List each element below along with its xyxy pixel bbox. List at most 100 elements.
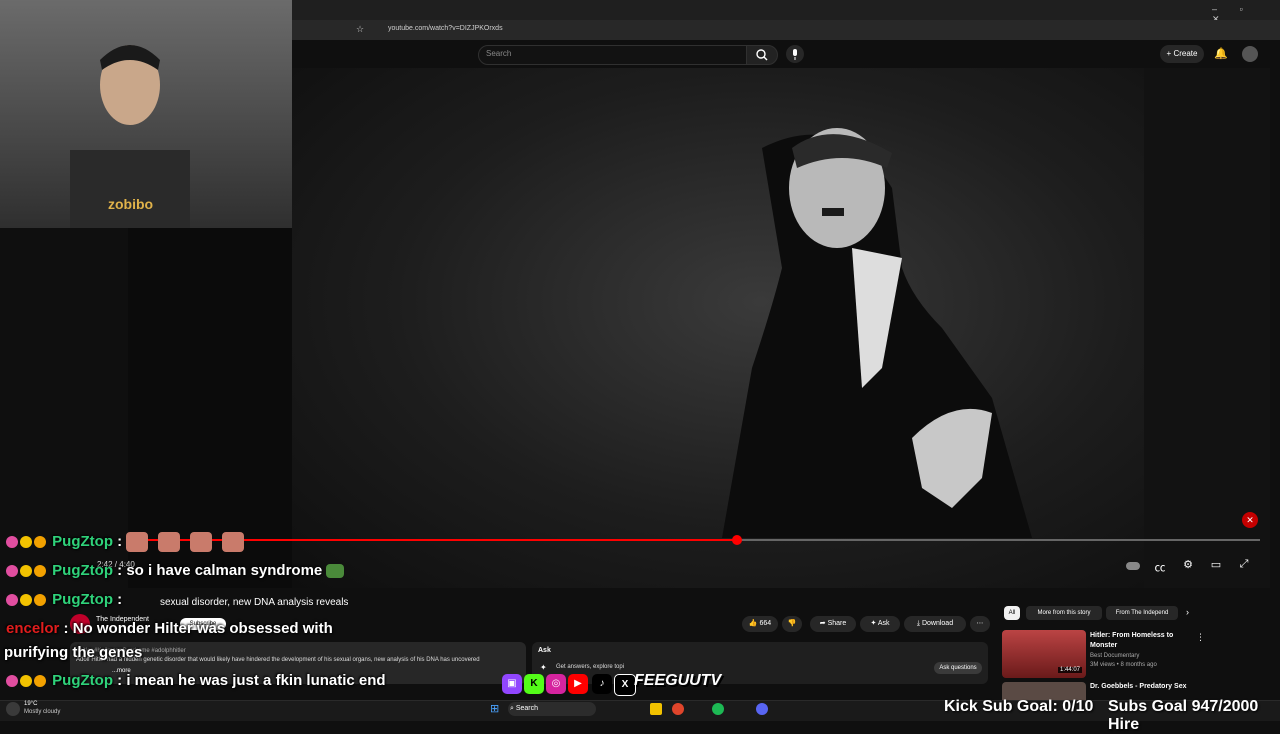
download-label: Download [921, 620, 954, 627]
crown-badge-icon [34, 565, 46, 578]
subs-goal: Subs Goal 947/2000 Hire [1108, 698, 1259, 733]
create-label: Create [1173, 49, 1198, 58]
share-label: Share [827, 620, 847, 627]
microphone-icon [793, 49, 797, 60]
channel-watermark-icon[interactable]: ✕ [1242, 512, 1258, 528]
recommendation-title[interactable]: Dr. Goebbels - Predatory Sex [1090, 683, 1186, 690]
badge-icon [6, 594, 18, 607]
chat-username: encelor [6, 620, 60, 637]
instagram-icon: ◎ [546, 674, 566, 694]
search-input[interactable] [478, 45, 747, 65]
autoplay-toggle[interactable] [1126, 562, 1140, 570]
miniplayer-icon[interactable]: ▭ [1208, 558, 1224, 571]
recommendation-meta: 3M views • 8 months ago [1090, 662, 1157, 668]
recommendation-title[interactable]: Hitler: From Homeless to Monster [1090, 631, 1190, 651]
chat-username: PugZtop [52, 672, 113, 689]
badge-icon [20, 675, 32, 688]
chip-all[interactable]: All [1004, 606, 1020, 620]
weather-description[interactable]: Mostly cloudy [24, 709, 60, 715]
dislike-button[interactable]: 👎 [782, 616, 802, 632]
ask-questions-button[interactable]: Ask questions [934, 662, 982, 674]
crown-badge-icon [34, 675, 46, 688]
notifications-bell-icon[interactable]: 🔔 [1214, 47, 1228, 60]
discord-icon[interactable] [756, 703, 768, 715]
fullscreen-icon[interactable]: ⤢ [1236, 558, 1252, 571]
chat-username: PugZtop [52, 532, 113, 550]
chat-username: PugZtop [52, 562, 113, 579]
badge-icon [6, 675, 18, 688]
tiktok-icon: ♪ [592, 674, 612, 694]
search-button[interactable] [746, 45, 778, 65]
crown-badge-icon [34, 594, 46, 607]
badge-icon [20, 536, 32, 548]
scrubber-handle[interactable] [732, 535, 742, 545]
share-icon: ➦ [819, 620, 828, 627]
video-title: sexual disorder, new DNA analysis reveal… [160, 597, 349, 608]
kick-sub-goal: Kick Sub Goal: 0/10 [944, 698, 1094, 715]
bookmark-icon[interactable]: ☆ [356, 24, 364, 35]
search-icon: ⌕ [508, 705, 516, 712]
streamer-logo: FEEGUUTV [634, 672, 722, 689]
video-frame-image [722, 128, 1032, 538]
ask-panel-title: Ask [538, 647, 551, 654]
emote-icon [190, 532, 213, 552]
share-button[interactable]: ➦ Share [810, 616, 856, 632]
thumbs-down-icon: 👎 [787, 620, 797, 627]
like-count: 664 [759, 620, 772, 627]
chevron-right-icon[interactable]: › [1186, 607, 1189, 617]
voice-search-button[interactable] [786, 45, 804, 63]
browser-tab-bar [292, 0, 1280, 20]
file-explorer-icon[interactable] [650, 703, 662, 715]
shirt-logo: zobibo [108, 196, 154, 212]
like-button[interactable]: 👍 664 [742, 616, 778, 632]
url-text[interactable]: youtube.com/watch?v=DIZJPKOrxds [388, 25, 503, 32]
chip-more-from-story[interactable]: More from this story [1026, 606, 1102, 620]
chat-message: PugZtop : so i have calman syndrome [6, 562, 354, 579]
emote-icon [158, 532, 181, 552]
chat-message: PugZtop : [6, 591, 122, 608]
captions-icon[interactable]: ㏄ [1152, 559, 1168, 575]
kebab-menu-icon[interactable]: ⋮ [1196, 632, 1205, 643]
badge-icon [20, 565, 32, 578]
windows-start-icon[interactable]: ⊞ [490, 702, 499, 715]
chat-message: PugZtop : [6, 532, 254, 552]
chat-username: PugZtop [52, 591, 113, 608]
chat-message: PugZtop : i mean he was just a fkin luna… [6, 672, 386, 689]
browser-icon[interactable] [672, 703, 684, 715]
chat-message: encelor : No wonder Hilter was obsessed … [6, 620, 333, 637]
badge-icon [6, 536, 18, 548]
search-placeholder: Search [486, 49, 512, 58]
video-player[interactable] [292, 68, 1144, 588]
taskbar-search[interactable]: ⌕ Search [508, 702, 596, 716]
chat-text: i mean he was just a fkin lunatic end [126, 672, 386, 689]
avatar[interactable] [1242, 46, 1258, 62]
sparkle-icon: ✦ [870, 620, 878, 627]
chat-text: so i have calman syndrome [126, 562, 323, 579]
more-actions-button[interactable]: ⋯ [970, 616, 990, 632]
player-right-area [1144, 68, 1270, 588]
x-icon: X [614, 674, 636, 696]
download-button[interactable]: ⤓ Download [904, 616, 966, 632]
crown-badge-icon [34, 536, 46, 548]
chat-text: No wonder Hilter was obsessed with [72, 620, 333, 637]
weather-temp[interactable]: 19°C [24, 701, 37, 707]
webcam-feed: zobibo [0, 0, 292, 228]
taskbar-search-label: Search [515, 705, 538, 712]
settings-gear-icon[interactable]: ⚙ [1180, 558, 1196, 571]
recommendation-channel[interactable]: Best Documentary [1090, 653, 1139, 659]
chat-message-continued: purifying the genes [4, 644, 143, 661]
badge-icon [6, 565, 18, 578]
duration-badge: 1:44:07 [1058, 667, 1083, 673]
kick-icon: K [524, 674, 544, 694]
spotify-icon[interactable] [712, 703, 724, 715]
thumbs-up-icon: 👍 [748, 620, 760, 627]
ask-label: Ask [877, 620, 890, 627]
weather-icon[interactable] [6, 702, 20, 716]
youtube-icon: ▶ [568, 674, 588, 694]
pepe-emote-icon [326, 564, 345, 579]
badge-icon [20, 594, 32, 607]
ask-button[interactable]: ✦ Ask [860, 616, 900, 632]
chip-from-independent[interactable]: From The Independ [1106, 606, 1178, 620]
create-button[interactable]: + Create [1160, 45, 1204, 63]
search-icon [756, 49, 768, 61]
